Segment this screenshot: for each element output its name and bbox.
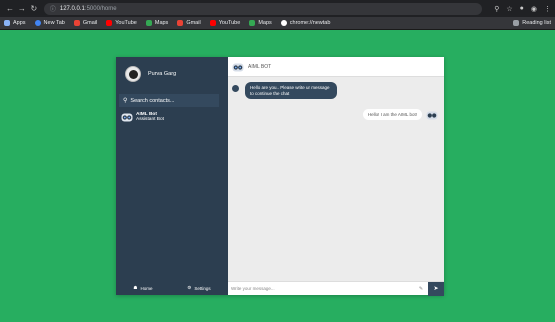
attach-icon[interactable]: ✎: [414, 282, 428, 296]
contact-subtitle: Assistant Bot: [136, 117, 164, 122]
chat-header: AIML BOT: [228, 57, 444, 77]
robot-icon: [426, 111, 438, 119]
send-button[interactable]: ➤: [428, 281, 444, 296]
robot-icon: [121, 113, 133, 122]
profile-icon[interactable]: ◉: [531, 5, 537, 13]
bookmark-maps[interactable]: Maps: [145, 20, 168, 26]
contact-item[interactable]: AIML Bot Assistant Bot: [121, 109, 221, 125]
gear-icon: ⚙: [187, 285, 192, 290]
bookmark-newtab-url[interactable]: chrome://newtab: [280, 20, 330, 26]
browser-toolbar: ← → ↻ ⓘ 127.0.0.1:5000/home ⚲ ☆ ● ◉ ⋮: [0, 0, 555, 17]
forward-arrow-icon[interactable]: →: [16, 4, 28, 13]
avatar: [125, 66, 141, 82]
chat-app: Purva Garg ⚲ AIML Bot Assistant Bot ☗Hom…: [116, 57, 444, 296]
menu-kebab-icon[interactable]: ⋮: [544, 5, 551, 13]
settings-button[interactable]: ⚙ Settings: [187, 285, 210, 291]
zoom-icon[interactable]: ⚲: [494, 5, 499, 13]
send-icon: ➤: [433, 286, 439, 292]
reading-list-button[interactable]: Reading list: [513, 20, 551, 26]
bookmark-youtube[interactable]: YouTube: [106, 20, 137, 26]
incoming-message: Hello are you.. Please write ur message …: [232, 82, 337, 99]
chat-panel: AIML BOT Hello are you.. Please write ur…: [228, 57, 444, 296]
bookmark-youtube-2[interactable]: YouTube: [209, 20, 240, 26]
gmail-icon: [177, 20, 184, 26]
outgoing-message: Hello! I am the AIML bot!: [362, 109, 438, 120]
url-host: 127.0.0.1: [59, 5, 85, 12]
maps-icon: [145, 20, 152, 26]
gmail-icon: [73, 20, 80, 26]
bookmark-apps[interactable]: Apps: [4, 20, 26, 26]
reading-list-icon: [513, 20, 520, 26]
outgoing-bubble: Hello! I am the AIML bot!: [362, 109, 422, 120]
search-box: ⚲: [119, 94, 219, 107]
info-icon[interactable]: ⓘ: [50, 4, 56, 13]
search-input[interactable]: [130, 97, 211, 104]
bookmark-new-tab[interactable]: New Tab: [34, 20, 65, 26]
apps-grid-icon: [4, 20, 10, 26]
robot-icon: [232, 63, 244, 71]
profile-name: Purva Garg: [148, 71, 177, 77]
message-composer: ✎ ➤: [228, 281, 444, 296]
incoming-bubble: Hello are you.. Please write ur message …: [245, 82, 337, 99]
address-bar[interactable]: ⓘ 127.0.0.1:5000/home: [43, 2, 483, 15]
bookmarks-bar: Apps New Tab Gmail YouTube Maps Gmail Yo…: [0, 17, 555, 30]
youtube-icon: [209, 20, 216, 26]
sidebar-footer: ☗ Home ⚙ Settings: [116, 281, 228, 295]
message-input[interactable]: [228, 286, 414, 291]
extensions-icon[interactable]: ●: [520, 5, 524, 13]
star-icon[interactable]: ☆: [506, 5, 512, 13]
sidebar: Purva Garg ⚲ AIML Bot Assistant Bot ☗Hom…: [116, 57, 228, 295]
home-button[interactable]: ☗ Home: [133, 285, 152, 291]
chat-title: AIML BOT: [248, 63, 272, 70]
search-icon: ⚲: [123, 98, 128, 104]
user-avatar-icon: [232, 85, 239, 92]
reload-icon[interactable]: ↻: [28, 4, 40, 13]
chrome-icon: [34, 20, 41, 26]
github-icon: [280, 20, 287, 26]
back-arrow-icon[interactable]: ←: [4, 4, 16, 13]
home-icon: ☗: [133, 285, 138, 290]
youtube-icon: [106, 20, 113, 26]
user-profile[interactable]: Purva Garg: [125, 66, 176, 82]
maps-icon: [249, 20, 256, 26]
url-path: :5000/home: [84, 5, 117, 12]
bookmark-gmail-2[interactable]: Gmail: [177, 20, 201, 26]
bookmark-gmail[interactable]: Gmail: [73, 20, 97, 26]
bookmark-maps-2[interactable]: Maps: [249, 20, 272, 26]
